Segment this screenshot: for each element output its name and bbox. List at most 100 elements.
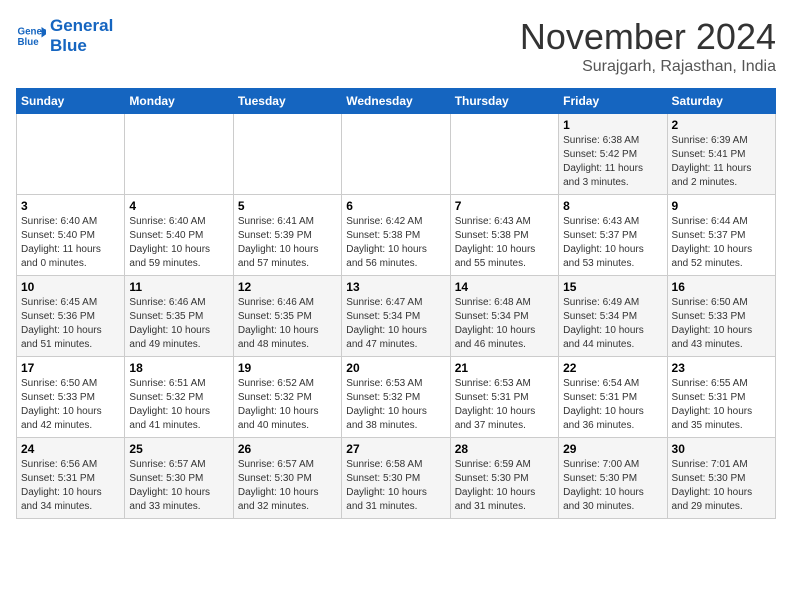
page-header: General Blue General Blue November 2024 …	[16, 16, 776, 76]
day-info: Sunrise: 6:51 AMSunset: 5:32 PMDaylight:…	[129, 377, 228, 433]
day-number: 27	[346, 442, 445, 456]
day-info: Sunrise: 6:58 AMSunset: 5:30 PMDaylight:…	[346, 458, 445, 514]
calendar-cell: 14Sunrise: 6:48 AMSunset: 5:34 PMDayligh…	[450, 276, 558, 357]
calendar-cell: 29 Sunrise: 7:00 AMSunset: 5:30 PMDayligh…	[559, 438, 667, 519]
calendar-cell: 20 Sunrise: 6:53 AMSunset: 5:32 PMDayligh…	[342, 357, 450, 438]
weekday-header: Friday	[559, 89, 667, 114]
svg-text:Blue: Blue	[18, 37, 40, 48]
logo-blue: Blue	[50, 36, 113, 56]
day-number: 30	[672, 442, 771, 456]
day-number: 15	[563, 280, 662, 294]
day-info: Sunrise: 6:56 AMSunset: 5:31 PMDaylight:…	[21, 458, 120, 514]
calendar-cell: 7 Sunrise: 6:43 AMSunset: 5:38 PMDaylight…	[450, 195, 558, 276]
calendar-week-row: 10 Sunrise: 6:45 AMSunset: 5:36 PMDayligh…	[17, 276, 776, 357]
day-info: Sunrise: 6:52 AMSunset: 5:32 PMDaylight:…	[238, 377, 337, 433]
day-info: Sunrise: 6:54 AMSunset: 5:31 PMDaylight:…	[563, 377, 662, 433]
day-info: Sunrise: 6:40 AMSunset: 5:40 PMDaylight:…	[129, 215, 228, 271]
day-info: Sunrise: 6:49 AMSunset: 5:34 PMDaylight:…	[563, 296, 662, 352]
day-number: 29	[563, 442, 662, 456]
calendar-cell: 15 Sunrise: 6:49 AMSunset: 5:34 PMDayligh…	[559, 276, 667, 357]
calendar-cell: 23 Sunrise: 6:55 AMSunset: 5:31 PMDayligh…	[667, 357, 775, 438]
calendar-cell: 11 Sunrise: 6:46 AMSunset: 5:35 PMDayligh…	[125, 276, 233, 357]
calendar-cell: 3 Sunrise: 6:40 AMSunset: 5:40 PMDaylight…	[17, 195, 125, 276]
day-info: Sunrise: 6:57 AMSunset: 5:30 PMDaylight:…	[238, 458, 337, 514]
day-number: 25	[129, 442, 228, 456]
day-number: 9	[672, 199, 771, 213]
day-info: Sunrise: 7:01 AMSunset: 5:30 PMDaylight:…	[672, 458, 771, 514]
day-number: 10	[21, 280, 120, 294]
day-info: Sunrise: 6:48 AMSunset: 5:34 PMDaylight:…	[455, 296, 554, 352]
weekday-header: Tuesday	[233, 89, 341, 114]
day-number: 26	[238, 442, 337, 456]
calendar-cell	[125, 114, 233, 195]
calendar-cell: 25 Sunrise: 6:57 AMSunset: 5:30 PMDayligh…	[125, 438, 233, 519]
calendar-cell: 10 Sunrise: 6:45 AMSunset: 5:36 PMDayligh…	[17, 276, 125, 357]
day-info: Sunrise: 6:46 AMSunset: 5:35 PMDaylight:…	[129, 296, 228, 352]
day-number: 17	[21, 361, 120, 375]
day-info: Sunrise: 6:50 AMSunset: 5:33 PMDaylight:…	[21, 377, 120, 433]
calendar-cell	[233, 114, 341, 195]
day-number: 24	[21, 442, 120, 456]
logo-general: General	[50, 16, 113, 36]
day-number: 5	[238, 199, 337, 213]
calendar-week-row: 17 Sunrise: 6:50 AMSunset: 5:33 PMDayligh…	[17, 357, 776, 438]
day-info: Sunrise: 7:00 AMSunset: 5:30 PMDaylight:…	[563, 458, 662, 514]
day-number: 22	[563, 361, 662, 375]
calendar-week-row: 24 Sunrise: 6:56 AMSunset: 5:31 PMDayligh…	[17, 438, 776, 519]
day-info: Sunrise: 6:57 AMSunset: 5:30 PMDaylight:…	[129, 458, 228, 514]
day-number: 18	[129, 361, 228, 375]
day-number: 2	[672, 118, 771, 132]
calendar-cell: 1Sunrise: 6:38 AMSunset: 5:42 PMDaylight…	[559, 114, 667, 195]
calendar-cell	[342, 114, 450, 195]
day-number: 7	[455, 199, 554, 213]
day-info: Sunrise: 6:55 AMSunset: 5:31 PMDaylight:…	[672, 377, 771, 433]
day-info: Sunrise: 6:59 AMSunset: 5:30 PMDaylight:…	[455, 458, 554, 514]
calendar-week-row: 1Sunrise: 6:38 AMSunset: 5:42 PMDaylight…	[17, 114, 776, 195]
day-info: Sunrise: 6:41 AMSunset: 5:39 PMDaylight:…	[238, 215, 337, 271]
day-info: Sunrise: 6:43 AMSunset: 5:38 PMDaylight:…	[455, 215, 554, 271]
day-info: Sunrise: 6:47 AMSunset: 5:34 PMDaylight:…	[346, 296, 445, 352]
weekday-header: Thursday	[450, 89, 558, 114]
calendar-table: SundayMondayTuesdayWednesdayThursdayFrid…	[16, 88, 776, 519]
day-number: 3	[21, 199, 120, 213]
calendar-cell: 21Sunrise: 6:53 AMSunset: 5:31 PMDayligh…	[450, 357, 558, 438]
day-number: 12	[238, 280, 337, 294]
day-info: Sunrise: 6:53 AMSunset: 5:31 PMDaylight:…	[455, 377, 554, 433]
calendar-cell: 26 Sunrise: 6:57 AMSunset: 5:30 PMDayligh…	[233, 438, 341, 519]
day-number: 19	[238, 361, 337, 375]
day-info: Sunrise: 6:38 AMSunset: 5:42 PMDaylight:…	[563, 134, 662, 190]
calendar-cell: 28Sunrise: 6:59 AMSunset: 5:30 PMDayligh…	[450, 438, 558, 519]
day-info: Sunrise: 6:45 AMSunset: 5:36 PMDaylight:…	[21, 296, 120, 352]
day-info: Sunrise: 6:40 AMSunset: 5:40 PMDaylight:…	[21, 215, 120, 271]
location-subtitle: Surajgarh, Rajasthan, India	[520, 58, 776, 76]
calendar-cell: 6Sunrise: 6:42 AMSunset: 5:38 PMDaylight…	[342, 195, 450, 276]
day-number: 11	[129, 280, 228, 294]
day-number: 23	[672, 361, 771, 375]
weekday-header: Monday	[125, 89, 233, 114]
day-number: 8	[563, 199, 662, 213]
calendar-cell: 5 Sunrise: 6:41 AMSunset: 5:39 PMDaylight…	[233, 195, 341, 276]
calendar-cell: 30 Sunrise: 7:01 AMSunset: 5:30 PMDayligh…	[667, 438, 775, 519]
calendar-cell: 2 Sunrise: 6:39 AMSunset: 5:41 PMDaylight…	[667, 114, 775, 195]
calendar-cell: 17 Sunrise: 6:50 AMSunset: 5:33 PMDayligh…	[17, 357, 125, 438]
weekday-header: Sunday	[17, 89, 125, 114]
weekday-header: Wednesday	[342, 89, 450, 114]
calendar-cell: 13Sunrise: 6:47 AMSunset: 5:34 PMDayligh…	[342, 276, 450, 357]
calendar-cell	[450, 114, 558, 195]
calendar-header-row: SundayMondayTuesdayWednesdayThursdayFrid…	[17, 89, 776, 114]
logo-icon: General Blue	[16, 21, 46, 51]
calendar-cell: 12Sunrise: 6:46 AMSunset: 5:35 PMDayligh…	[233, 276, 341, 357]
day-number: 6	[346, 199, 445, 213]
day-info: Sunrise: 6:43 AMSunset: 5:37 PMDaylight:…	[563, 215, 662, 271]
day-number: 4	[129, 199, 228, 213]
calendar-cell: 24 Sunrise: 6:56 AMSunset: 5:31 PMDayligh…	[17, 438, 125, 519]
logo: General Blue General Blue	[16, 16, 113, 57]
calendar-cell	[17, 114, 125, 195]
day-number: 20	[346, 361, 445, 375]
calendar-cell: 9Sunrise: 6:44 AMSunset: 5:37 PMDaylight…	[667, 195, 775, 276]
day-info: Sunrise: 6:39 AMSunset: 5:41 PMDaylight:…	[672, 134, 771, 190]
calendar-cell: 8 Sunrise: 6:43 AMSunset: 5:37 PMDaylight…	[559, 195, 667, 276]
calendar-week-row: 3 Sunrise: 6:40 AMSunset: 5:40 PMDaylight…	[17, 195, 776, 276]
day-number: 16	[672, 280, 771, 294]
day-info: Sunrise: 6:53 AMSunset: 5:32 PMDaylight:…	[346, 377, 445, 433]
